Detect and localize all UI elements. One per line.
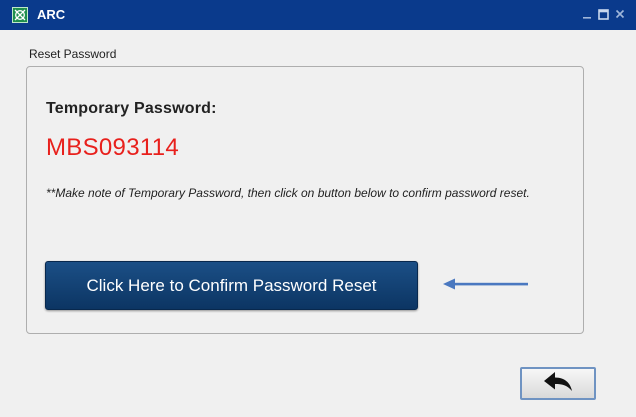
instruction-note: **Make note of Temporary Password, then … [46,186,530,200]
back-button[interactable] [520,367,596,400]
minimize-icon[interactable] [579,6,595,22]
temporary-password-label: Temporary Password: [46,100,217,117]
title-bar: ARC [0,0,636,30]
temporary-password-value: MBS093114 [46,134,180,161]
back-arrow-icon [542,371,574,396]
arc-logo-icon [12,7,28,23]
arrow-left-icon [443,277,529,295]
close-icon[interactable] [612,6,628,22]
window-title: ARC [37,7,66,22]
section-label: Reset Password [29,47,117,61]
maximize-icon[interactable] [595,6,611,22]
confirm-password-reset-button[interactable]: Click Here to Confirm Password Reset [45,261,418,310]
